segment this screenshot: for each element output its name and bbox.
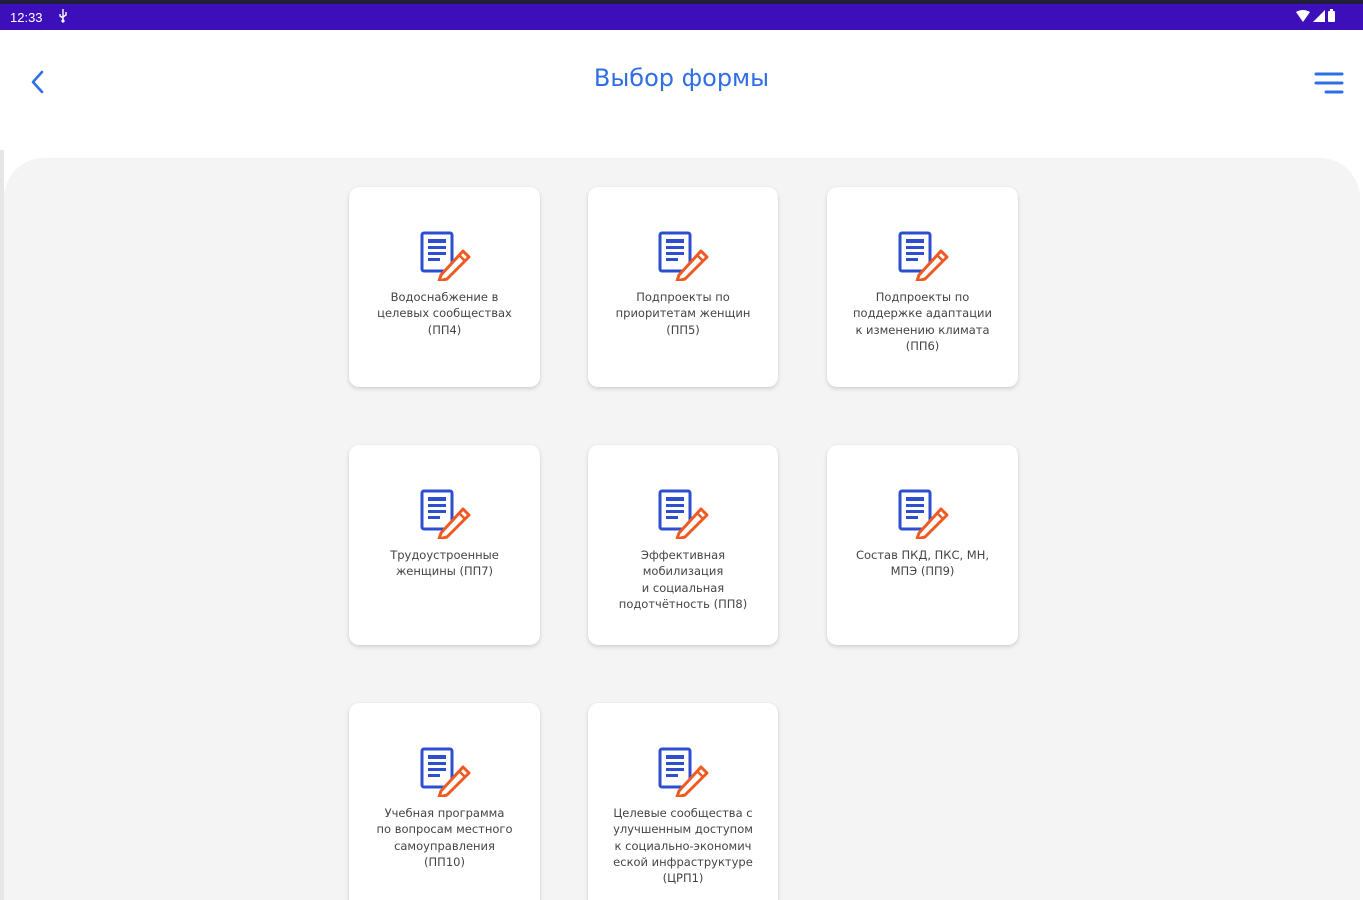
page-title: Выбор формы bbox=[593, 64, 770, 92]
form-card-label: Целевые сообщества с улучшенным доступом… bbox=[613, 806, 753, 886]
status-time: 12:33 bbox=[10, 10, 43, 25]
form-card-pp8[interactable]: Эффективная мобилизация и социальная под… bbox=[588, 445, 778, 645]
menu-button[interactable] bbox=[1313, 68, 1345, 100]
form-edit-icon bbox=[420, 747, 470, 797]
usb-icon bbox=[58, 9, 68, 26]
form-card-label: Подпроекты по приоритетам женщин (ПП5) bbox=[615, 290, 751, 337]
form-card-label: Эффективная мобилизация и социальная под… bbox=[618, 548, 748, 611]
form-card-label: Состав ПКД, ПКС, МН, МПЭ (ПП9) bbox=[855, 548, 990, 579]
form-card-label: Водоснабжение в целевых сообществах (ПП4… bbox=[377, 290, 512, 337]
form-edit-icon bbox=[420, 231, 470, 281]
form-edit-icon bbox=[658, 747, 709, 797]
form-card-crp1[interactable]: Целевые сообщества с улучшенным доступом… bbox=[588, 703, 778, 900]
form-card-pp7[interactable]: Трудоустроенные женщины (ПП7) bbox=[349, 445, 540, 645]
wifi-icon bbox=[1296, 9, 1310, 22]
status-icons bbox=[1296, 9, 1335, 22]
form-edit-icon bbox=[658, 489, 709, 539]
signal-icon bbox=[1313, 9, 1325, 22]
app-header: Выбор формы bbox=[0, 30, 1363, 150]
form-edit-icon bbox=[898, 489, 948, 539]
form-card-pp5[interactable]: Подпроекты по приоритетам женщин (ПП5) bbox=[588, 187, 778, 387]
form-card-label: Подпроекты по поддержке адаптации к изме… bbox=[853, 290, 992, 353]
form-card-pp6[interactable]: Подпроекты по поддержке адаптации к изме… bbox=[827, 187, 1018, 387]
form-edit-icon bbox=[898, 231, 948, 281]
form-card-label: Трудоустроенные женщины (ПП7) bbox=[390, 548, 499, 579]
form-edit-icon bbox=[658, 231, 709, 281]
app-frame: 12:33 Выбор формы Водоснабжение в целевы… bbox=[0, 0, 1363, 900]
form-card-pp9[interactable]: Состав ПКД, ПКС, МН, МПЭ (ПП9) bbox=[827, 445, 1018, 645]
hamburger-menu-icon bbox=[1314, 72, 1344, 94]
form-card-pp10[interactable]: Учебная программа по вопросам местного с… bbox=[349, 703, 540, 900]
form-card-label: Учебная программа по вопросам местного с… bbox=[376, 806, 513, 869]
form-card-pp4[interactable]: Водоснабжение в целевых сообществах (ПП4… bbox=[349, 187, 540, 387]
status-bar: 12:33 bbox=[0, 0, 1363, 30]
battery-icon bbox=[1328, 9, 1335, 22]
form-edit-icon bbox=[420, 489, 470, 539]
